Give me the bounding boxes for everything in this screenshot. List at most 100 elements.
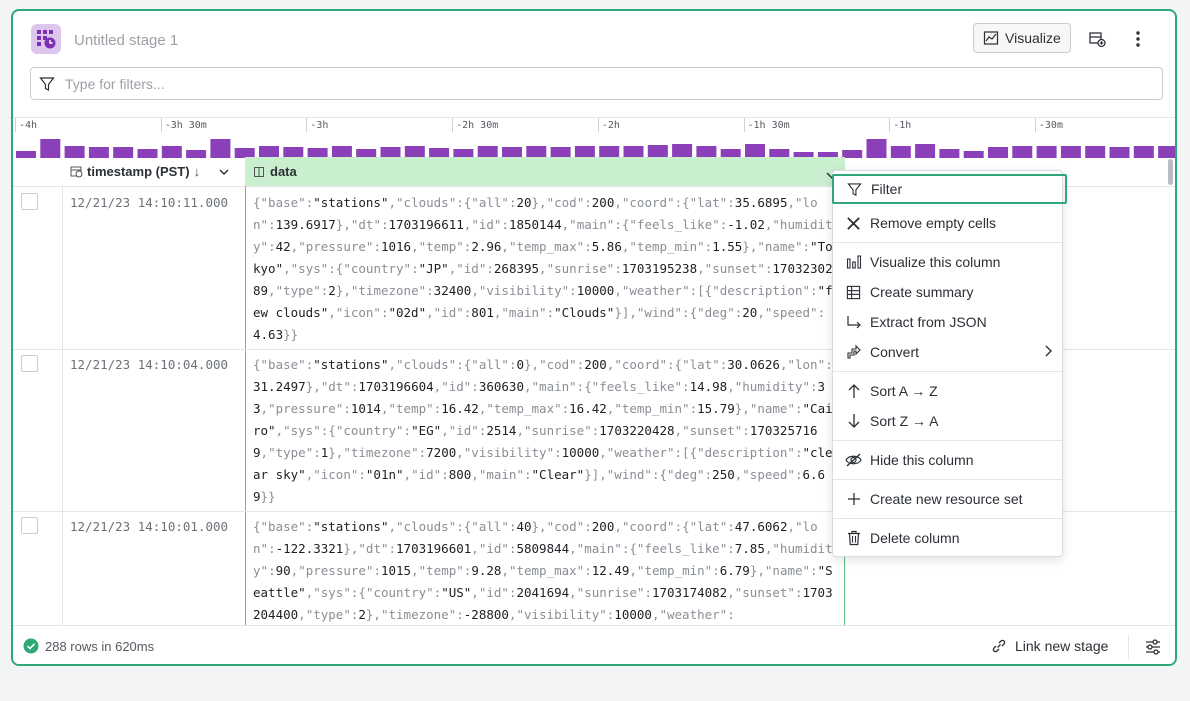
json-key: ,: [411, 239, 419, 254]
arrow-up-icon: [845, 383, 862, 400]
json-value: 2041694: [516, 585, 570, 600]
timestamp-cell[interactable]: 12/21/23 14:10:04.000: [70, 357, 228, 372]
settings-sliders-icon[interactable]: [1144, 638, 1162, 661]
close-icon: [845, 215, 862, 232]
json-key: "dt": [320, 379, 351, 394]
menu-label-create-summary: Create summary: [870, 284, 974, 300]
histogram-bar[interactable]: [210, 139, 231, 158]
json-key: :: [712, 563, 720, 578]
json-value: -1.02: [727, 217, 765, 232]
menu-item-sort-za[interactable]: Sort Z → A: [833, 406, 1062, 436]
menu-divider: [833, 479, 1062, 480]
json-value: "EG": [411, 423, 442, 438]
json-key: "speed": [764, 305, 818, 320]
json-key: ,: [787, 195, 796, 210]
time-histogram[interactable]: -4h -3h 30m -3h -2h 30m -2h -1h 30m -1h -30m: [13, 117, 1175, 158]
menu-item-extract-json[interactable]: Extract from JSON: [833, 307, 1062, 337]
menu-item-delete-column[interactable]: Delete column: [833, 523, 1062, 553]
json-value: 15.79: [697, 401, 735, 416]
chevron-down-icon[interactable]: [218, 166, 230, 178]
histogram-bar[interactable]: [866, 139, 887, 158]
json-key: },: [328, 445, 344, 460]
row-checkbox[interactable]: [21, 193, 38, 210]
filter-bar[interactable]: [30, 67, 1163, 100]
json-cell[interactable]: {"base":"stations","clouds":{"all":40},"…: [253, 516, 835, 626]
row-checkbox[interactable]: [21, 355, 38, 372]
json-value: 20: [516, 195, 532, 210]
status-text: 288 rows in 620ms: [45, 638, 155, 654]
json-key: :: [380, 217, 389, 232]
add-table-icon[interactable]: [1087, 29, 1107, 49]
json-key: "id": [433, 305, 464, 320]
json-key: {: [253, 195, 261, 210]
json-key: ,: [403, 467, 412, 482]
json-value: "US": [441, 585, 472, 600]
json-cell[interactable]: {"base":"stations","clouds":{"all":20},"…: [253, 192, 835, 346]
json-value: "02d": [388, 305, 427, 320]
json-key: "temp_max": [486, 401, 562, 416]
json-key: "clouds": [396, 357, 457, 372]
json-key: :{: [328, 261, 344, 276]
menu-item-sort-az[interactable]: Sort A → Z: [833, 376, 1062, 406]
menu-label-sort-za: Sort Z → A: [870, 413, 939, 429]
json-value: 31.2497: [253, 379, 306, 394]
json-key: }],: [584, 467, 607, 482]
column-header-data[interactable]: data: [245, 157, 845, 186]
histogram-bar[interactable]: [40, 139, 61, 158]
json-cell[interactable]: {"base":"stations","clouds":{"all":0},"c…: [253, 354, 835, 508]
json-key: ,: [456, 445, 464, 460]
more-options-icon[interactable]: [1128, 29, 1148, 49]
json-key: "cod": [546, 519, 585, 534]
sort-desc-icon[interactable]: ↓: [194, 164, 201, 179]
json-value: 40: [516, 519, 532, 534]
histogram-bar[interactable]: [745, 144, 765, 158]
menu-item-hide-column[interactable]: Hide this column: [833, 445, 1062, 475]
timestamp-cell[interactable]: 12/21/23 14:10:11.000: [70, 195, 228, 210]
menu-item-convert[interactable]: Convert: [833, 337, 1062, 367]
json-key: "id": [478, 585, 509, 600]
json-key: :: [810, 379, 818, 394]
menu-item-remove-empty[interactable]: Remove empty cells: [833, 208, 1062, 238]
json-value: 1703174082: [651, 585, 728, 600]
json-value: 42: [275, 239, 291, 254]
json-value: 16.42: [441, 401, 479, 416]
json-key: "timezone": [350, 283, 427, 298]
json-value: 20: [742, 305, 758, 320]
json-key: "wind": [606, 467, 652, 482]
row-checkbox[interactable]: [21, 517, 38, 534]
json-key: :{: [651, 467, 667, 482]
json-key: :{: [614, 217, 630, 232]
column-header-timestamp[interactable]: timestamp (PST) ↓: [70, 157, 245, 186]
json-value: 139.6917: [275, 217, 336, 232]
json-key: "main": [531, 379, 577, 394]
json-key: :{: [456, 357, 472, 372]
histogram-tick-line: [597, 118, 599, 132]
scrollbar-thumb[interactable]: [1168, 159, 1173, 185]
json-value: 1703195238: [621, 261, 698, 276]
histogram-tick-label: -2h: [601, 120, 620, 131]
menu-item-filter[interactable]: Filter: [832, 174, 1067, 204]
filter-input[interactable]: [63, 74, 1067, 93]
json-value: 4.63: [253, 327, 284, 342]
timestamp-cell[interactable]: 12/21/23 14:10:01.000: [70, 519, 228, 534]
json-value: 1703196604: [358, 379, 434, 394]
json-key: },: [531, 519, 547, 534]
json-key: "lat": [689, 195, 728, 210]
json-key: {: [253, 357, 261, 372]
link-new-stage-button[interactable]: Link new stage: [991, 638, 1108, 654]
menu-divider: [833, 242, 1062, 243]
json-key: },: [734, 401, 750, 416]
json-key: ,: [260, 401, 269, 416]
menu-item-create-summary[interactable]: Create summary: [833, 277, 1062, 307]
stage-title[interactable]: Untitled stage 1: [74, 32, 178, 49]
json-key: },: [305, 379, 321, 394]
visualize-button[interactable]: Visualize: [973, 23, 1071, 53]
histogram-bar[interactable]: [915, 144, 936, 158]
json-key: :[{: [674, 445, 698, 460]
menu-item-visualize-column[interactable]: Visualize this column: [833, 247, 1062, 277]
json-key: "feels_like": [591, 379, 683, 394]
histogram-bar[interactable]: [672, 144, 693, 158]
menu-item-create-resource-set[interactable]: Create new resource set: [833, 484, 1062, 514]
json-key: "temp": [418, 563, 464, 578]
vertical-scrollbar[interactable]: [1168, 157, 1173, 627]
